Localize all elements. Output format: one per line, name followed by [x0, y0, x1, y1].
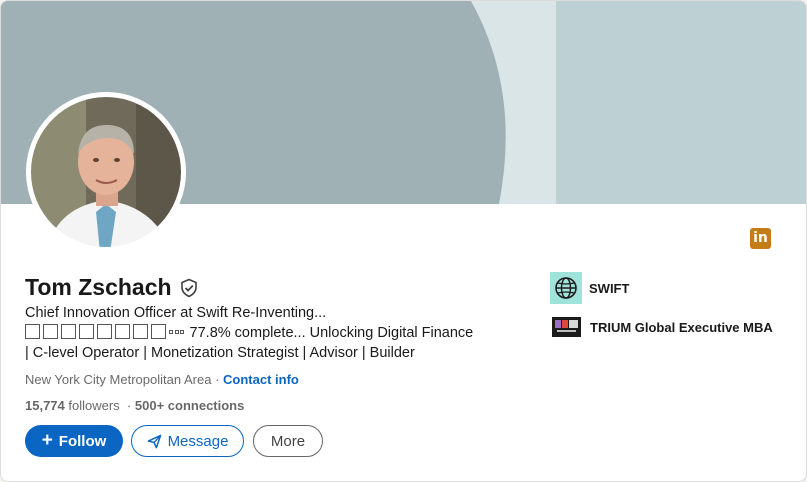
org-name: SWIFT: [589, 280, 630, 296]
profile-headline: Chief Innovation Officer at Swift Re-Inv…: [25, 303, 525, 363]
followers-label: followers: [68, 398, 120, 413]
name-row: Tom Zschach: [25, 274, 199, 301]
headline-line-1: Chief Innovation Officer at Swift Re-Inv…: [25, 305, 327, 321]
globe-icon: [550, 272, 582, 304]
org-item-trium[interactable]: TRIUM Global Executive MBA: [550, 317, 773, 337]
send-icon: [147, 434, 162, 449]
headline-line-2: 77.8% complete... Unlocking Digital Fina…: [25, 323, 525, 343]
more-button[interactable]: More: [253, 425, 323, 457]
more-label: More: [270, 432, 306, 450]
contact-info-link[interactable]: Contact info: [223, 372, 299, 387]
follow-label: Follow: [58, 432, 107, 450]
profile-card: in Tom Zschach Chief Innovation Officer …: [0, 0, 807, 482]
message-label: Message: [167, 432, 229, 450]
org-item-swift[interactable]: SWIFT: [550, 272, 629, 304]
connections-count[interactable]: 500+ connections: [135, 398, 244, 413]
message-button[interactable]: Message: [131, 425, 244, 457]
trium-logo: [552, 317, 581, 337]
progress-glyph-boxes: [25, 324, 186, 339]
profile-avatar[interactable]: [26, 92, 186, 252]
profile-name: Tom Zschach: [25, 274, 172, 300]
location-separator: ·: [215, 372, 220, 387]
network-stats: 15,774 followers · 500+ connections: [25, 398, 244, 413]
location-text: New York City Metropolitan Area: [25, 372, 212, 387]
verified-shield-icon[interactable]: [179, 278, 199, 298]
followers-count[interactable]: 15,774: [25, 398, 65, 413]
headline-progress-text: 77.8% complete... Unlocking Digital Fina…: [189, 325, 474, 341]
plus-icon: +: [41, 430, 53, 451]
location-row: New York City Metropolitan Area · Contac…: [25, 372, 299, 387]
connections-separator: ·: [126, 398, 132, 413]
linkedin-badge-icon[interactable]: in: [750, 228, 771, 249]
follow-button[interactable]: + Follow: [25, 425, 123, 457]
headline-line-3: | C-level Operator | Monetization Strate…: [25, 345, 415, 361]
org-name: TRIUM Global Executive MBA: [590, 319, 773, 335]
